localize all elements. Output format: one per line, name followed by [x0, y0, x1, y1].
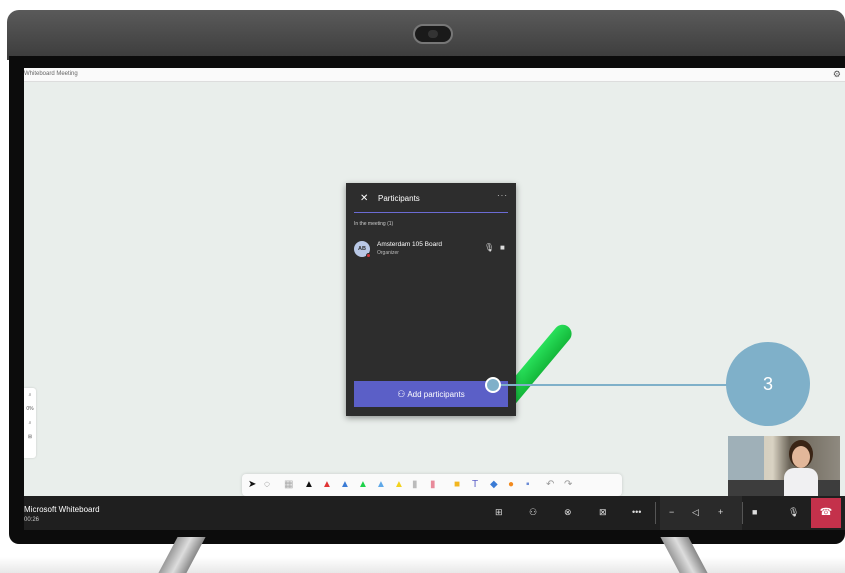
redo-icon[interactable]: ↷	[564, 479, 572, 491]
gear-icon[interactable]: ⚙	[833, 69, 841, 80]
volume-down-icon[interactable]: −	[669, 506, 674, 518]
select-icon[interactable]: ➤	[248, 479, 256, 491]
hang-up-button[interactable]: ☎	[811, 498, 841, 528]
self-video-preview[interactable]	[728, 436, 840, 498]
sticky-note-icon[interactable]: ■	[454, 479, 460, 491]
call-controls-bar: Microsoft Whiteboard 00:26 ⊞ ⚇ ⊗ ⊠ ••• −…	[24, 496, 845, 530]
meeting-room-display: Whiteboard Meeting ⚙ ⌕ 0% ⌕ ⊞ ✕ Particip…	[0, 0, 845, 573]
app-name: Microsoft Whiteboard	[24, 505, 100, 514]
close-icon[interactable]: ✕	[360, 193, 368, 204]
zoom-controls: ⌕ 0% ⌕ ⊞	[24, 388, 36, 458]
zoom-in-icon[interactable]: ⌕	[24, 388, 36, 402]
participant-row[interactable]: AB Amsterdam 105 Board Organizer 🎙 ■	[354, 239, 510, 263]
microphone-icon[interactable]: 🎙	[484, 243, 494, 252]
panel-header: ✕ Participants ···	[346, 183, 516, 213]
share-icon[interactable]: ⊗	[564, 506, 572, 518]
camera-icon	[413, 24, 453, 44]
more-options-icon[interactable]: ···	[497, 191, 508, 200]
fit-icon[interactable]: ⊞	[24, 430, 36, 444]
pen-red-icon[interactable]: ▲	[322, 479, 332, 491]
drawing-toolbar: ➤ ◌ ▦ ▲ ▲ ▲ ▲ ▲ ▲ ▮ ▮ ■ T ◆ ● ▪ ↶ ↷	[242, 474, 622, 496]
stop-share-icon[interactable]: ⊠	[599, 506, 607, 518]
floor	[0, 557, 845, 573]
reactions-icon[interactable]: ●	[508, 479, 514, 491]
camera-toggle-icon[interactable]: ■	[752, 506, 757, 518]
divider	[742, 502, 743, 524]
highlighter-yellow-icon[interactable]: ▲	[394, 479, 404, 491]
ruler-icon[interactable]: ▦	[284, 479, 293, 491]
speaker-icon[interactable]: ◁	[692, 506, 699, 518]
callout-number: 3	[726, 342, 810, 426]
call-duration: 00:26	[24, 517, 40, 523]
callout-anchor	[485, 377, 501, 393]
participant-name: Amsterdam 105 Board	[377, 241, 443, 248]
volume-up-icon[interactable]: +	[718, 506, 723, 518]
presence-badge	[366, 253, 371, 258]
image-icon[interactable]: ▪	[526, 479, 530, 491]
section-label: In the meeting (1)	[354, 221, 394, 227]
zoom-level: 0%	[26, 406, 34, 412]
video-icon[interactable]: ■	[500, 243, 505, 252]
shapes-icon[interactable]: ◆	[490, 479, 498, 491]
text-icon[interactable]: T	[472, 479, 478, 491]
undo-icon[interactable]: ↶	[546, 479, 554, 491]
more-icon[interactable]: •••	[632, 506, 641, 518]
pen-lightblue-icon[interactable]: ▲	[376, 479, 386, 491]
zoom-out-icon[interactable]: ⌕	[24, 416, 36, 430]
hang-up-icon: ☎	[819, 507, 833, 518]
participant-role: Organizer	[377, 250, 399, 256]
callout-line	[492, 384, 727, 386]
lasso-icon[interactable]: ◌	[264, 479, 270, 491]
pen-green-icon[interactable]: ▲	[358, 479, 368, 491]
panel-title: Participants	[378, 194, 420, 203]
highlighter-gray-icon[interactable]: ▮	[412, 479, 418, 491]
pen-black-icon[interactable]: ▲	[304, 479, 314, 491]
pen-blue-icon[interactable]: ▲	[340, 479, 350, 491]
screen: Whiteboard Meeting ⚙ ⌕ 0% ⌕ ⊞ ✕ Particip…	[24, 68, 845, 530]
divider	[655, 502, 656, 524]
header-divider	[354, 212, 508, 213]
window-titlebar: Whiteboard Meeting ⚙	[24, 68, 845, 82]
eraser-icon[interactable]: ▮	[430, 479, 436, 491]
participants-icon[interactable]: ⚇	[529, 506, 537, 518]
add-person-icon: ⚇	[397, 389, 406, 399]
layout-icon[interactable]: ⊞	[495, 506, 503, 518]
microphone-toggle-icon[interactable]: 🎙	[788, 506, 799, 518]
add-participants-label: Add participants	[407, 390, 465, 399]
window-title: Whiteboard Meeting	[24, 71, 78, 77]
